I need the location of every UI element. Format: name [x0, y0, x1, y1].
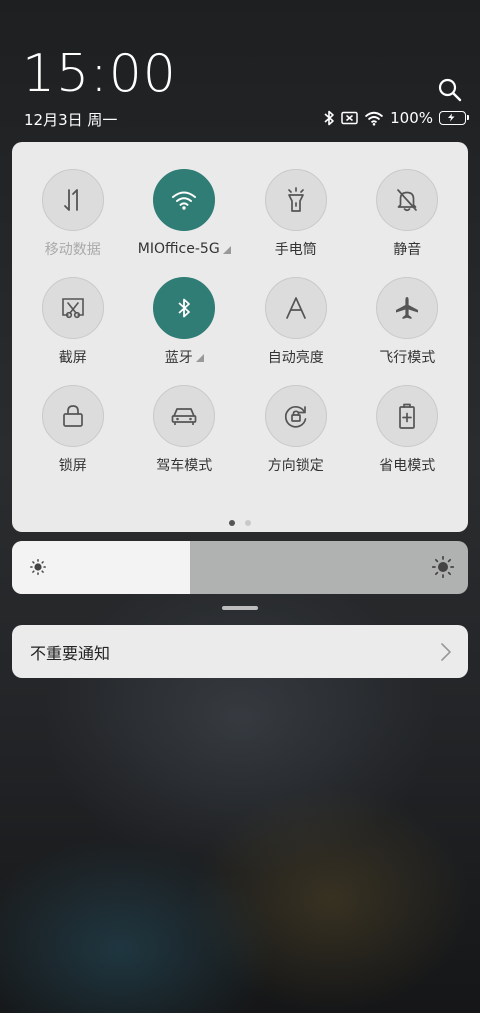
page-indicator: [12, 520, 468, 526]
tile-auto-brightness[interactable]: 自动亮度: [240, 277, 352, 366]
status-bar: 100%: [323, 108, 469, 128]
search-icon: [438, 78, 462, 102]
battery-percentage: 100%: [390, 109, 433, 127]
battery-charging-icon: [439, 111, 469, 125]
tile-lock-screen-label: 锁屏: [58, 458, 87, 474]
brightness-high-icon: [432, 556, 454, 578]
tile-bluetooth-label: 蓝牙: [164, 350, 193, 366]
wifi-icon: [172, 191, 197, 210]
tile-auto-brightness-toggle[interactable]: [264, 277, 327, 339]
tile-battery-saver[interactable]: 省电模式: [352, 385, 464, 474]
bluetooth-icon: [178, 298, 191, 318]
tile-screenshot-toggle[interactable]: [41, 277, 104, 339]
panel-drag-handle[interactable]: [222, 606, 258, 610]
tile-flashlight[interactable]: 手电筒: [240, 169, 352, 258]
tile-mobile-data-label: 移动数据: [44, 242, 101, 258]
tile-bluetooth[interactable]: 蓝牙: [129, 277, 241, 366]
mute-bell-icon: [397, 189, 418, 212]
tile-rotation-lock[interactable]: 方向锁定: [240, 385, 352, 474]
unimportant-notifications-label: 不重要通知: [30, 643, 111, 663]
tile-bluetooth-label-row: 蓝牙: [165, 348, 204, 366]
tile-mute[interactable]: 静音: [352, 169, 464, 258]
lock-icon: [62, 405, 83, 427]
tile-screenshot-label: 截屏: [58, 350, 87, 366]
tile-auto-brightness-label: 自动亮度: [267, 350, 324, 366]
quick-settings-grid: 移动数据 MIOffice-5G 手电筒 静音 截屏 蓝牙 自动亮度 飞行模式 …: [17, 169, 463, 474]
tile-flashlight-toggle[interactable]: [264, 169, 327, 231]
tile-mobile-data[interactable]: 移动数据: [17, 169, 129, 258]
mobile-data-icon: [63, 189, 78, 211]
quick-settings-panel: 移动数据 MIOffice-5G 手电筒 静音 截屏 蓝牙 自动亮度 飞行模式 …: [12, 142, 468, 532]
auto-brightness-icon: [285, 297, 306, 319]
tile-wifi[interactable]: MIOffice-5G: [129, 169, 241, 258]
tile-airplane-mode[interactable]: 飞行模式: [352, 277, 464, 366]
car-icon: [171, 408, 197, 425]
unimportant-notifications-row[interactable]: 不重要通知: [12, 625, 468, 678]
tile-mobile-data-toggle[interactable]: [41, 169, 104, 231]
tile-bluetooth-toggle[interactable]: [153, 277, 216, 339]
rotation-lock-icon: [284, 405, 307, 428]
tile-airplane-mode-label: 飞行模式: [379, 350, 436, 366]
tile-wifi-label: MIOffice-5G: [137, 241, 220, 257]
tile-battery-saver-label: 省电模式: [379, 458, 436, 474]
flashlight-icon: [287, 187, 304, 212]
tile-mute-label: 静音: [393, 242, 422, 258]
bluetooth-expand-corner-icon[interactable]: [195, 354, 204, 362]
tile-battery-saver-toggle[interactable]: [376, 385, 439, 447]
tile-lock-screen[interactable]: 锁屏: [17, 385, 129, 474]
chevron-right-icon: [441, 642, 451, 661]
page-dot-1[interactable]: [229, 520, 235, 526]
screenshot-icon: [61, 298, 84, 319]
brightness-slider[interactable]: [12, 541, 468, 594]
tile-flashlight-label: 手电筒: [274, 242, 317, 258]
tile-screenshot[interactable]: 截屏: [17, 277, 129, 366]
no-sim-icon: [341, 111, 358, 125]
tile-driving-mode[interactable]: 驾车模式: [129, 385, 241, 474]
wifi-expand-corner-icon[interactable]: [222, 246, 231, 254]
page-dot-2[interactable]: [245, 520, 251, 526]
tile-rotation-lock-label: 方向锁定: [267, 458, 324, 474]
bluetooth-status-icon: [323, 110, 335, 126]
tile-driving-mode-label: 驾车模式: [156, 458, 213, 474]
clock-date: 12月3日 周一: [24, 111, 118, 129]
clock-time: 15:00: [22, 44, 177, 104]
tile-airplane-mode-toggle[interactable]: [376, 277, 439, 339]
tile-driving-mode-toggle[interactable]: [153, 385, 216, 447]
brightness-low-icon: [30, 559, 46, 575]
search-button[interactable]: [436, 76, 464, 104]
tile-mute-toggle[interactable]: [376, 169, 439, 231]
wifi-status-icon: [364, 111, 384, 126]
tile-rotation-lock-toggle[interactable]: [264, 385, 327, 447]
tile-wifi-toggle[interactable]: [153, 169, 216, 231]
airplane-icon: [396, 297, 419, 319]
tile-wifi-label-row: MIOffice-5G: [138, 240, 231, 258]
tile-lock-screen-toggle[interactable]: [41, 385, 104, 447]
battery-saver-icon: [399, 403, 416, 429]
